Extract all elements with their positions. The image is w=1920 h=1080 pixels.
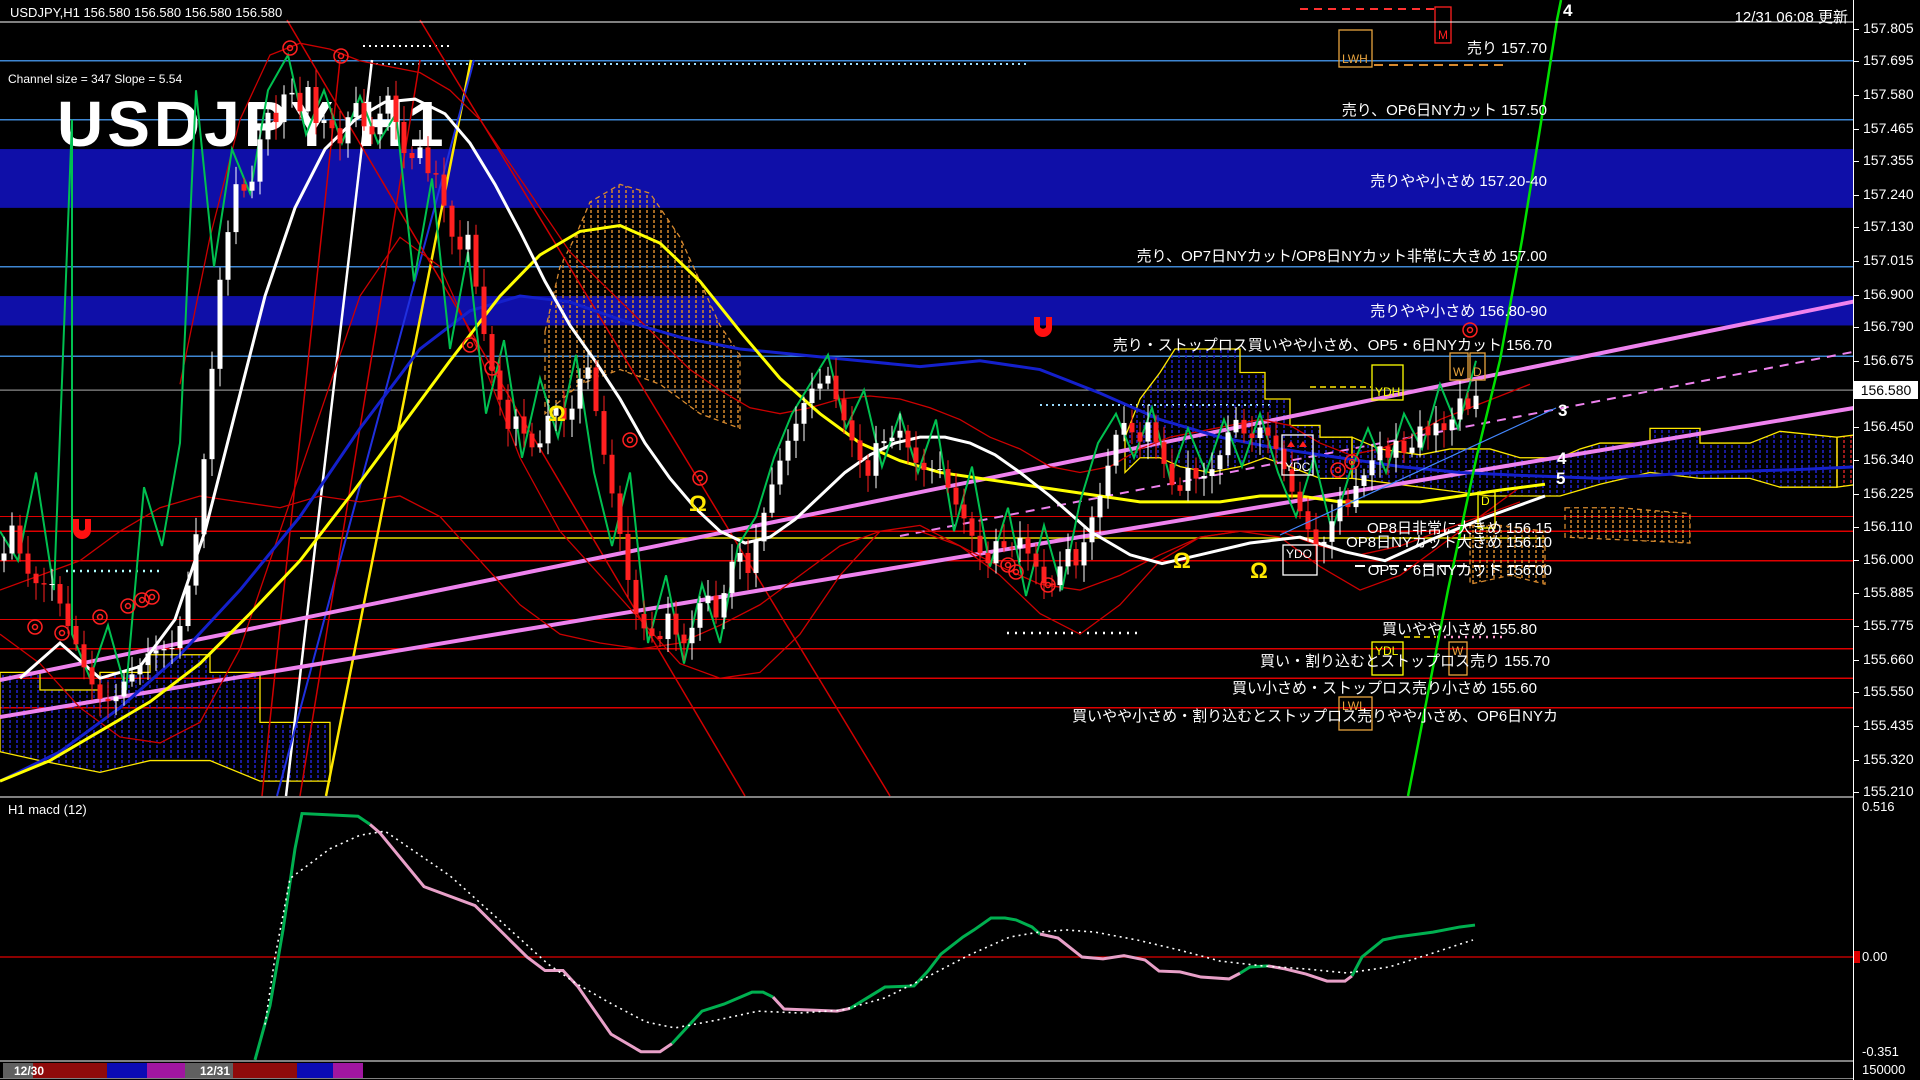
price-tick: 157.130 [1854, 218, 1914, 234]
wave-count-label: 5 [1556, 469, 1565, 488]
macd-axis-label: 150000 [1854, 1062, 1905, 1077]
annotations: 売り 157.70 売り、OP6日NYカット 157.50 売りやや小さめ 157.… [1072, 1, 1573, 725]
wave-count-label: 4 [1557, 449, 1567, 468]
svg-text:D: D [1473, 365, 1482, 379]
price-tick: 156.225 [1854, 485, 1914, 501]
pink-channel-lines [0, 288, 1920, 717]
price-tick: 155.435 [1854, 717, 1914, 733]
annotation-label: 売り・ストップロス買いやや小さめ、OP5・6日NYカット 156.70 [1113, 337, 1552, 354]
price-tick: 157.015 [1854, 252, 1914, 268]
macd-panel [0, 814, 1853, 1060]
price-tick: 157.695 [1854, 52, 1914, 68]
price-tick: 156.790 [1854, 318, 1914, 334]
price-tick: 155.885 [1854, 584, 1914, 600]
annotation-label: 買いやや小さめ 155.80 [1382, 621, 1537, 638]
price-tick: 157.465 [1854, 120, 1914, 136]
symbol-ohlc-line: USDJPY,H1 156.580 156.580 156.580 156.58… [10, 5, 282, 20]
yellow-omega-marker: Ω [548, 401, 566, 426]
price-tick: 156.000 [1854, 551, 1914, 567]
update-timestamp: 12/31 06:08 更新 [1735, 6, 1848, 27]
current-price-box: 156.580 [1854, 381, 1918, 399]
annotation-label: 買い・割り込むとストップロス売り 155.70 [1260, 653, 1550, 670]
macd-zero-marker [1854, 951, 1860, 963]
annotation-label: 売りやや小さめ 157.20-40 [1370, 173, 1547, 190]
macd-panel-title: H1 macd (12) [8, 802, 87, 817]
yellow-omega-marker: Ω [1250, 558, 1268, 583]
price-tick: 155.320 [1854, 751, 1914, 767]
trading-chart-window: USDJPY H1LWHMYDHWDYDCDYDOYDLWLWLΩΩΩΩ売り 1… [0, 0, 1920, 1080]
price-tick: 156.110 [1854, 518, 1913, 534]
yellow-omega-marker: Ω [1173, 548, 1191, 573]
timeline-segment [147, 1063, 185, 1078]
timeline-segment [333, 1063, 363, 1078]
timeline-date-label: 12/30 [14, 1064, 44, 1078]
price-tick: 155.660 [1854, 651, 1914, 667]
price-tick: 156.340 [1854, 451, 1914, 467]
svg-text:LWH: LWH [1342, 52, 1368, 66]
svg-text:YDC: YDC [1285, 460, 1311, 474]
svg-text:YDH: YDH [1375, 385, 1400, 399]
annotation-label: OP8日NYカット大きめ 156.10 [1346, 534, 1552, 551]
annotation-label: 買い小さめ・ストップロス売り小さめ 155.60 [1232, 680, 1537, 697]
price-tick: 156.675 [1854, 352, 1914, 368]
price-axis[interactable]: 157.805 157.695 157.580 157.465 157.355 157.2… [1853, 0, 1920, 1080]
wave-count-label: 3 [1558, 401, 1567, 420]
wave-count-label: 4 [1563, 1, 1573, 20]
price-bands [0, 149, 1853, 325]
red-u-marker [73, 519, 91, 539]
svg-text:D: D [1481, 494, 1490, 508]
annotation-label: OP5・6日NYカット 156.00 [1368, 562, 1552, 579]
price-tick: 155.210 [1854, 783, 1914, 799]
annotation-label: 買いやや小さめ・割り込むとストップロス売りやや小さめ、OP6日NYカ [1072, 708, 1558, 725]
chart-canvas[interactable]: USDJPY H1LWHMYDHWDYDCDYDOYDLWLWLΩΩΩΩ売り 1… [0, 0, 1920, 1080]
timeline-segment [33, 1063, 107, 1078]
yellow-omega-marker: Ω [689, 491, 707, 516]
annotation-label: 売り、OP6日NYカット 157.50 [1342, 102, 1547, 119]
timeline-segment [107, 1063, 147, 1078]
price-tick: 155.775 [1854, 617, 1914, 633]
timeline-bar: 12/30 12/31 [0, 1063, 1853, 1078]
price-tick: 157.805 [1854, 20, 1914, 36]
price-tick: 157.240 [1854, 186, 1914, 202]
macd-axis-label: 0.516 [1854, 799, 1895, 814]
price-tick: 157.580 [1854, 86, 1914, 102]
annotation-label: 売り 157.70 [1467, 40, 1547, 57]
price-tick: 156.900 [1854, 286, 1914, 302]
annotation-label: 売り、OP7日NYカット/OP8日NYカット非常に大きめ 157.00 [1137, 248, 1547, 265]
channel-info-label: Channel size = 347 Slope = 5.54 [8, 72, 182, 86]
timeline-segment [297, 1063, 333, 1078]
svg-text:YDO: YDO [1286, 547, 1312, 561]
timeline-date-label: 12/31 [200, 1064, 230, 1078]
svg-text:M: M [1438, 28, 1448, 42]
annotation-label: 売りやや小さめ 156.80-90 [1370, 303, 1547, 320]
price-tick: 157.355 [1854, 152, 1914, 168]
macd-axis-label: -0.351 [1854, 1044, 1899, 1059]
price-tick: 155.550 [1854, 683, 1914, 699]
svg-text:W: W [1453, 365, 1465, 379]
timeline-segment [233, 1063, 297, 1078]
price-tick: 156.450 [1854, 418, 1914, 434]
